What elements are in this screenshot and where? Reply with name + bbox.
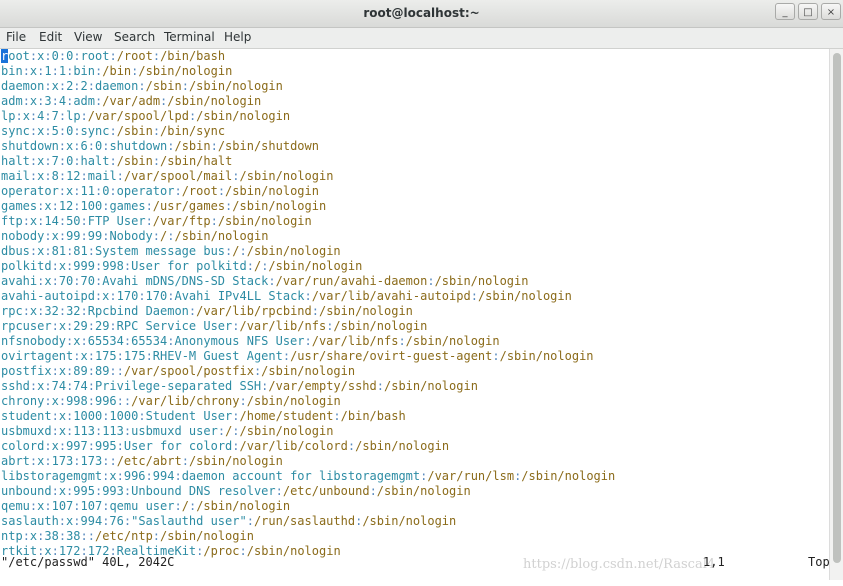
maximize-button[interactable]: □ <box>798 3 818 20</box>
terminal-line: student:x:1000:1000:Student User:/home/s… <box>1 409 406 423</box>
terminal-line: mail:x:8:12:mail:/var/spool/mail:/sbin/n… <box>1 169 334 183</box>
terminal-line: adm:x:3:4:adm:/var/adm:/sbin/nologin <box>1 94 262 108</box>
terminal-line: qemu:x:107:107:qemu user:/:/sbin/nologin <box>1 499 291 513</box>
terminal-line: rpc:x:32:32:Rpcbind Daemon:/var/lib/rpcb… <box>1 304 413 318</box>
terminal-line: root:x:0:0:root:/root:/bin/bash <box>1 49 226 63</box>
vim-scroll-position: Top <box>808 555 830 569</box>
terminal-line: postfix:x:89:89::/var/spool/postfix:/sbi… <box>1 364 356 378</box>
vim-cursor-position: 1,1 <box>703 555 725 569</box>
terminal-line: ovirtagent:x:175:175:RHEV-M Guest Agent:… <box>1 349 594 363</box>
close-button[interactable]: × <box>821 3 841 20</box>
terminal-line: nobody:x:99:99:Nobody:/:/sbin/nologin <box>1 229 269 243</box>
terminal-line: games:x:12:100:games:/usr/games:/sbin/no… <box>1 199 327 213</box>
terminal-line: daemon:x:2:2:daemon:/sbin:/sbin/nologin <box>1 79 283 93</box>
terminal-line: avahi-autoipd:x:170:170:Avahi IPv4LL Sta… <box>1 289 572 303</box>
terminal-line: shutdown:x:6:0:shutdown:/sbin:/sbin/shut… <box>1 139 319 153</box>
minimize-button[interactable]: _ <box>775 3 795 20</box>
terminal-line: usbmuxd:x:113:113:usbmuxd user:/:/sbin/n… <box>1 424 334 438</box>
menu-bar: File Edit View Search Terminal Help <box>0 28 843 49</box>
vim-status-file-info: "/etc/passwd" 40L, 2042C <box>1 555 175 569</box>
menu-view[interactable]: View <box>74 30 102 44</box>
menu-search[interactable]: Search <box>114 30 155 44</box>
menu-terminal[interactable]: Terminal <box>164 30 215 44</box>
menu-help[interactable]: Help <box>224 30 251 44</box>
terminal-line: lp:x:4:7:lp:/var/spool/lpd:/sbin/nologin <box>1 109 291 123</box>
title-bar: root@localhost:~ _ □ × <box>0 0 843 28</box>
vertical-scrollbar[interactable] <box>829 49 843 580</box>
scrollbar-thumb[interactable] <box>833 53 841 563</box>
terminal-line: dbus:x:81:81:System message bus:/:/sbin/… <box>1 244 341 258</box>
terminal-line: ftp:x:14:50:FTP User:/var/ftp:/sbin/nolo… <box>1 214 312 228</box>
terminal-line: ntp:x:38:38::/etc/ntp:/sbin/nologin <box>1 529 254 543</box>
terminal-line: sync:x:5:0:sync:/sbin:/bin/sync <box>1 124 226 138</box>
terminal-line: nfsnobody:x:65534:65534:Anonymous NFS Us… <box>1 334 500 348</box>
watermark-text: https://blog.csdn.net/Rascal4 <box>523 557 716 572</box>
terminal-line: operator:x:11:0:operator:/root:/sbin/nol… <box>1 184 319 198</box>
terminal-line: halt:x:7:0:halt:/sbin:/sbin/halt <box>1 154 233 168</box>
terminal-line: avahi:x:70:70:Avahi mDNS/DNS-SD Stack:/v… <box>1 274 529 288</box>
terminal-line: polkitd:x:999:998:User for polkitd:/:/sb… <box>1 259 363 273</box>
terminal-line: bin:x:1:1:bin:/bin:/sbin/nologin <box>1 64 233 78</box>
menu-file[interactable]: File <box>6 30 26 44</box>
terminal-line: libstoragemgmt:x:996:994:daemon account … <box>1 469 616 483</box>
menu-edit[interactable]: Edit <box>39 30 62 44</box>
terminal-line: unbound:x:995:993:Unbound DNS resolver:/… <box>1 484 471 498</box>
terminal-line: rpcuser:x:29:29:RPC Service User:/var/li… <box>1 319 428 333</box>
terminal-line: sshd:x:74:74:Privilege-separated SSH:/va… <box>1 379 478 393</box>
terminal-line: colord:x:997:995:User for colord:/var/li… <box>1 439 450 453</box>
terminal-line: saslauth:x:994:76:"Saslauthd user":/run/… <box>1 514 457 528</box>
terminal-viewport[interactable]: root:x:0:0:root:/root:/bin/bash bin:x:1:1… <box>0 49 828 580</box>
window-title: root@localhost:~ <box>363 6 480 20</box>
terminal-line: abrt:x:173:173::/etc/abrt:/sbin/nologin <box>1 454 283 468</box>
terminal-line: chrony:x:998:996::/var/lib/chrony:/sbin/… <box>1 394 341 408</box>
